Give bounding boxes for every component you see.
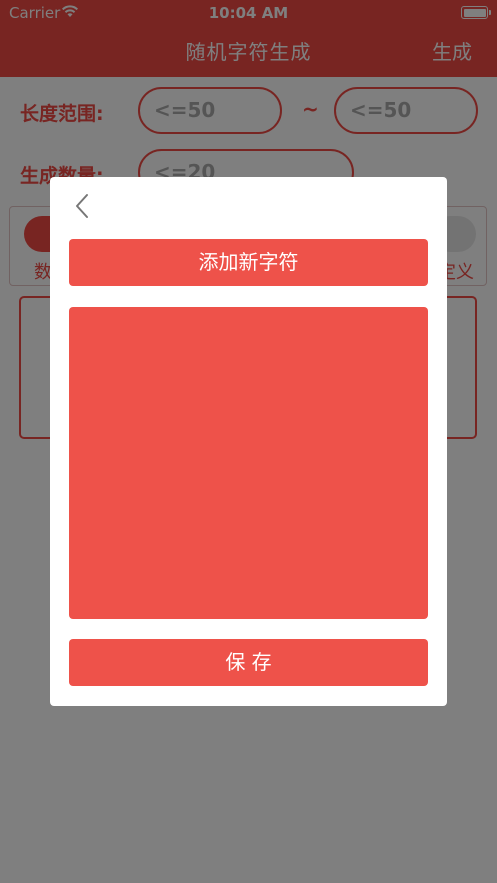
- chevron-left-icon: [74, 193, 90, 223]
- add-characters-dialog: 添加新字符 保 存: [50, 177, 447, 706]
- add-new-character-button[interactable]: 添加新字符: [69, 239, 428, 286]
- characters-textarea[interactable]: [69, 307, 428, 619]
- save-button[interactable]: 保 存: [69, 639, 428, 686]
- back-button[interactable]: [68, 193, 96, 223]
